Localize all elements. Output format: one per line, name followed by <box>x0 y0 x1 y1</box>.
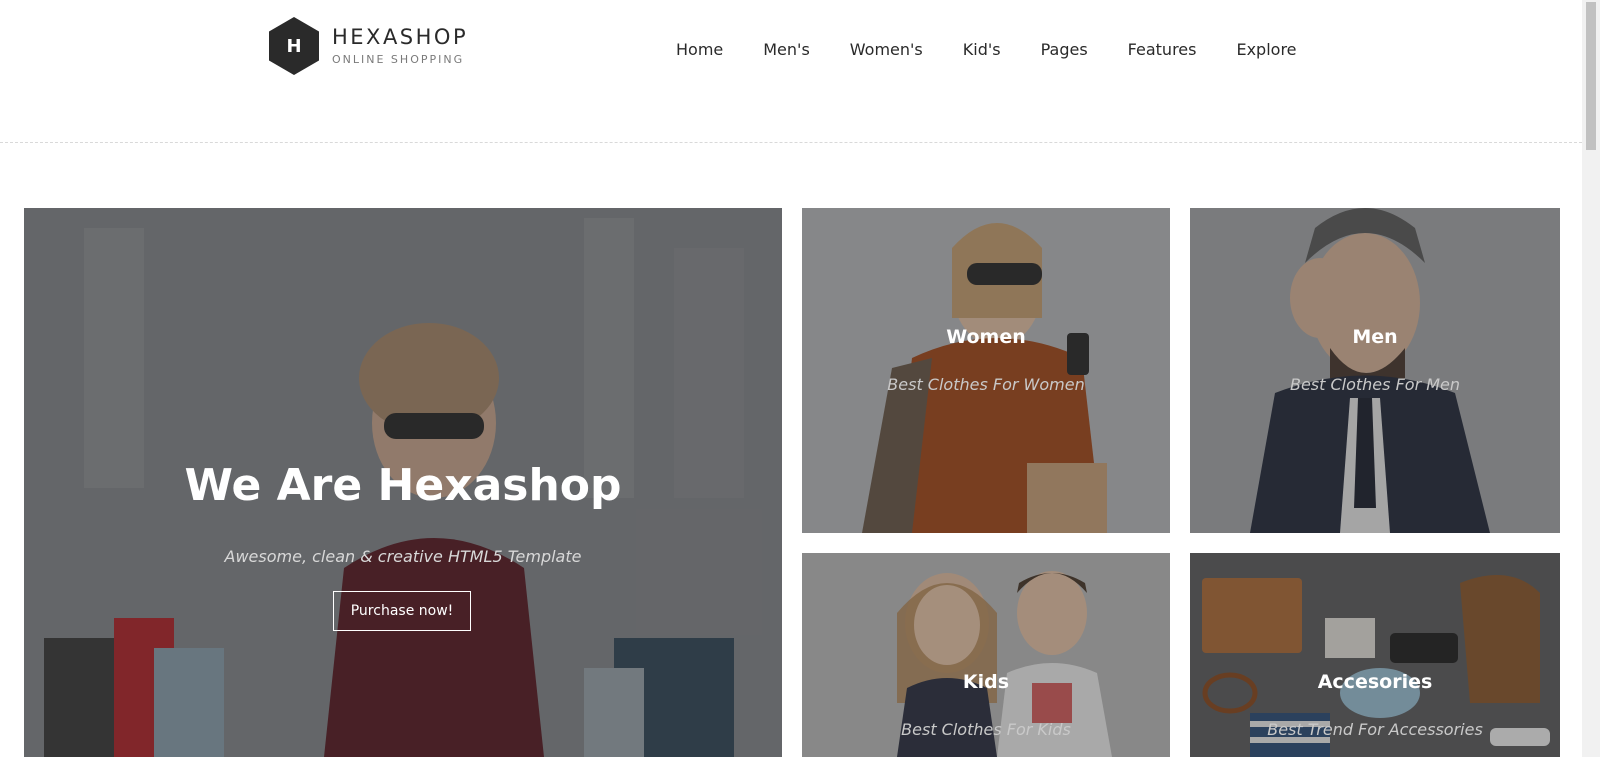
category-tile-men[interactable]: Men Best Clothes For Men <box>1190 208 1560 533</box>
logo-letter: H <box>286 35 302 57</box>
nav-link-mens[interactable]: Men's <box>763 38 810 62</box>
category-subtitle-kids: Best Clothes For Kids <box>901 720 1071 739</box>
nav-link-home[interactable]: Home <box>676 38 723 62</box>
nav-link-explore[interactable]: Explore <box>1236 38 1296 62</box>
logo-text: HEXASHOP ONLINE SHOPPING <box>332 25 468 68</box>
category-tile-accesories[interactable]: Accesories Best Trend For Accessories <box>1190 553 1560 757</box>
brand-name: HEXASHOP <box>332 24 469 49</box>
nav-item-mens[interactable]: Men's <box>763 38 810 62</box>
category-title-men: Men <box>1352 326 1398 348</box>
hero-subtitle: Awesome, clean & creative HTML5 Template <box>224 547 582 566</box>
category-subtitle-accesories: Best Trend For Accessories <box>1267 720 1483 739</box>
purchase-now-button[interactable]: Purchase now! <box>333 591 471 631</box>
nav-item-explore[interactable]: Explore <box>1236 38 1296 62</box>
nav-link-pages[interactable]: Pages <box>1041 38 1088 62</box>
main-nav: Home Men's Women's Kid's Pages Features … <box>676 38 1297 62</box>
category-title-kids: Kids <box>962 671 1010 693</box>
nav-item-pages[interactable]: Pages <box>1041 38 1088 62</box>
nav-item-features[interactable]: Features <box>1128 38 1197 62</box>
nav-item-home[interactable]: Home <box>676 38 723 62</box>
nav-link-womens[interactable]: Women's <box>850 38 923 62</box>
brand-tagline: ONLINE SHOPPING <box>332 52 465 66</box>
nav-link-kids[interactable]: Kid's <box>963 38 1001 62</box>
nav-link-features[interactable]: Features <box>1128 38 1197 62</box>
category-tile-kids[interactable]: Kids Best Clothes For Kids <box>802 553 1170 757</box>
hero-title: We Are Hexashop <box>184 460 622 511</box>
category-title-accesories: Accesories <box>1317 671 1433 693</box>
page-scrollbar[interactable] <box>1582 0 1600 757</box>
hexagon-logo-icon: H <box>268 16 320 76</box>
brand-logo[interactable]: H HEXASHOP ONLINE SHOPPING <box>268 16 468 76</box>
nav-item-womens[interactable]: Women's <box>850 38 923 62</box>
women-overlay <box>802 208 1170 533</box>
category-subtitle-men: Best Clothes For Men <box>1289 375 1461 394</box>
site-header: H HEXASHOP ONLINE SHOPPING Home Men's Wo… <box>0 0 1582 143</box>
category-title-women: Women <box>946 326 1026 348</box>
men-overlay <box>1190 208 1560 533</box>
category-subtitle-women: Best Clothes For Women <box>887 375 1085 394</box>
nav-item-kids[interactable]: Kid's <box>963 38 1001 62</box>
scrollbar-thumb[interactable] <box>1586 2 1596 150</box>
category-tile-women[interactable]: Women Best Clothes For Women <box>802 208 1170 533</box>
